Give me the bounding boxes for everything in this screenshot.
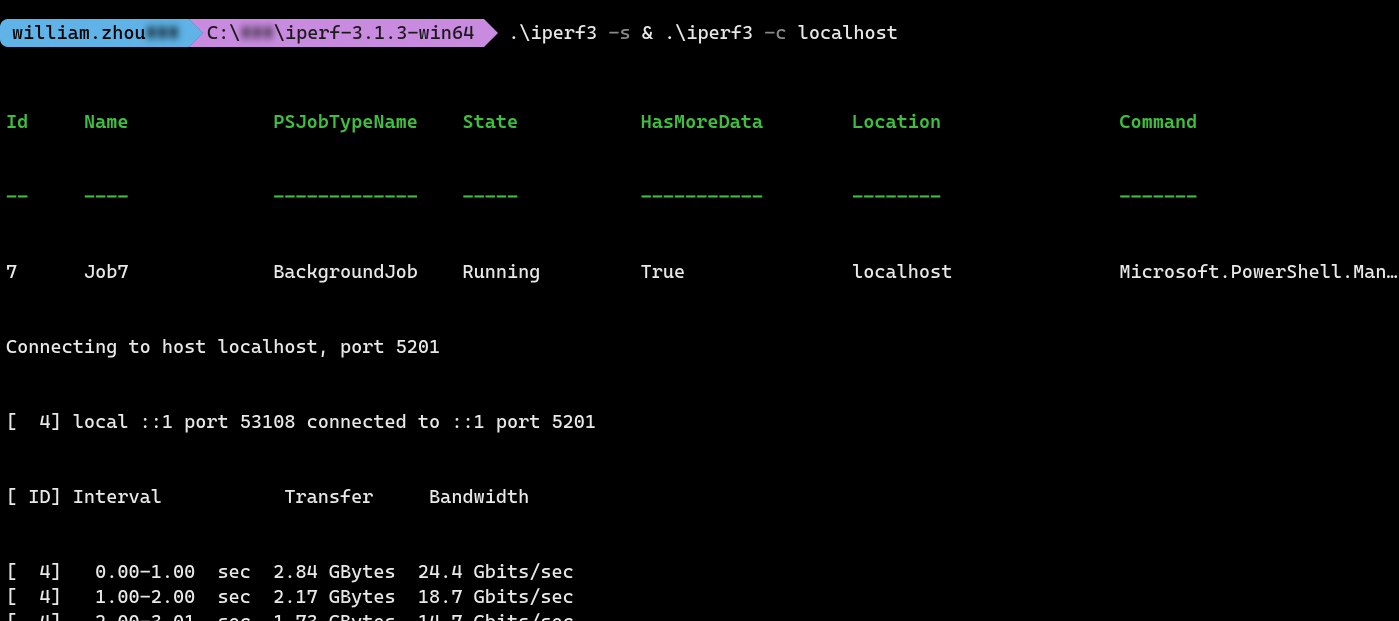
prompt-path-blur: ▮▮▮ — [240, 21, 273, 46]
cmd-arg: localhost — [787, 22, 898, 44]
prompt-path-segment: C:\▮▮▮\iperf-3.1.3-win64 — [189, 19, 484, 47]
interval-row: [ 4] 2.00-3.01 sec 1.73 GBytes 14.7 Gbit… — [6, 610, 1393, 621]
job-table-header: Id Name PSJobTypeName State HasMoreData … — [6, 110, 1393, 135]
prompt-host-blur: ▮▮▮ — [146, 21, 179, 46]
prompt-path-suffix: \iperf-3.1.3-win64 — [274, 21, 474, 46]
prompt-bar: william.zhou▮▮▮ C:\▮▮▮\iperf-3.1.3-win64… — [0, 0, 1399, 52]
interval-rows: [ 4] 0.00-1.00 sec 2.84 GBytes 24.4 Gbit… — [6, 560, 1393, 621]
local-line: [ 4] local ::1 port 53108 connected to :… — [6, 410, 1393, 435]
terminal-output[interactable]: Id Name PSJobTypeName State HasMoreData … — [0, 52, 1399, 621]
cmd-exe2: .\iperf3 — [664, 22, 753, 44]
command-line[interactable]: .\iperf3 -s & .\iperf3 -c localhost — [484, 21, 898, 46]
iperf-header: [ ID] Interval Transfer Bandwidth — [6, 485, 1393, 510]
connecting-line: Connecting to host localhost, port 5201 — [6, 335, 1393, 360]
interval-row: [ 4] 0.00-1.00 sec 2.84 GBytes 24.4 Gbit… — [6, 560, 1393, 585]
interval-row: [ 4] 1.00-2.00 sec 2.17 GBytes 18.7 Gbit… — [6, 585, 1393, 610]
prompt-user-segment: william.zhou▮▮▮ — [0, 19, 189, 47]
prompt-username: william.zhou — [12, 21, 146, 46]
cmd-exe1: .\iperf3 — [508, 22, 597, 44]
cmd-amp: & — [631, 22, 664, 44]
job-table-row: 7 Job7 BackgroundJob Running True localh… — [6, 260, 1393, 285]
cmd-flag2: -c — [753, 22, 786, 44]
cmd-flag1: -s — [597, 22, 630, 44]
job-table-dashes: -- ---- ------------- ----- ----------- … — [6, 185, 1393, 210]
prompt-path-prefix: C:\ — [207, 21, 240, 46]
